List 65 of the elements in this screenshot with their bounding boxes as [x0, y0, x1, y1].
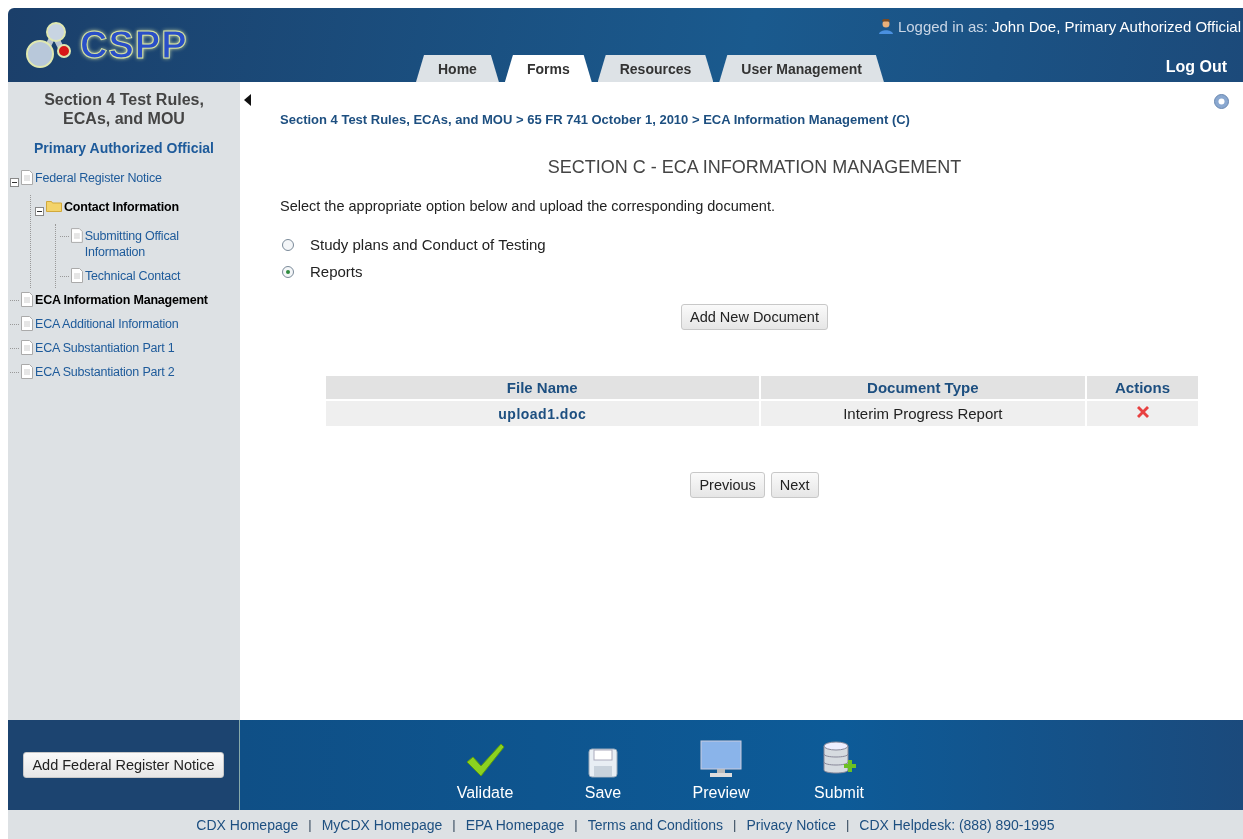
user-icon — [877, 18, 894, 35]
nav-tab[interactable]: User Management — [719, 55, 884, 82]
nav-tab[interactable]: Resources — [597, 55, 714, 82]
footer-link[interactable]: CDX Helpdesk: (888) 890-1995 — [859, 816, 1055, 833]
file-link[interactable]: upload1.doc — [498, 406, 587, 422]
page-icon — [70, 228, 83, 243]
footer-link[interactable]: Privacy Notice — [746, 816, 836, 833]
checkmark-icon — [465, 742, 505, 778]
column-header: File Name — [326, 376, 759, 399]
action-button[interactable]: Preview — [676, 720, 766, 810]
breadcrumb[interactable]: Section 4 Test Rules, ECAs, and MOU > 65 FR 741 October 1, 2010 > ECA Information Management (C) — [280, 112, 1229, 127]
footer-link[interactable]: CDX Homepage — [196, 816, 299, 833]
footer-link[interactable]: EPA Homepage — [465, 816, 565, 833]
action-button[interactable]: Save — [558, 720, 648, 810]
column-header: Document Type — [760, 376, 1086, 399]
page-icon — [21, 292, 33, 307]
add-notice-button[interactable]: Add Federal Register Notice — [23, 752, 224, 778]
instruction-text: Select the appropriate option below and upload the corresponding document. — [280, 198, 776, 214]
collapse-sidebar-icon[interactable] — [243, 94, 251, 106]
monitor-icon — [700, 740, 742, 778]
radio-button[interactable] — [282, 265, 294, 278]
tree-item[interactable]: ECA Additional Information — [35, 316, 179, 332]
tree-item[interactable]: Submitting Offical Information — [84, 228, 240, 260]
separator-text: | — [308, 817, 312, 832]
tree-item[interactable]: ECA Information Management — [35, 292, 208, 308]
logo-text: CSPP — [80, 23, 188, 67]
sidebar-title: Section 4 Test Rules, ECAs, and MOU — [43, 90, 205, 128]
section-heading: SECTION C - ECA INFORMATION MANAGEMENT — [546, 157, 963, 178]
footer-link[interactable]: Terms and Conditions — [587, 816, 724, 833]
folder-icon — [46, 199, 62, 212]
separator-text: | — [733, 817, 737, 832]
option-label: Reports — [310, 263, 363, 280]
page-icon — [21, 316, 33, 331]
action-button[interactable]: Validate — [440, 720, 530, 810]
tree-item[interactable]: ECA Substantiation Part 2 — [35, 364, 175, 380]
add-document-button[interactable]: Add New Document — [681, 304, 828, 330]
footer-link[interactable]: MyCDX Homepage — [321, 816, 443, 833]
separator-text: | — [574, 817, 578, 832]
action-button[interactable]: Submit — [794, 720, 884, 810]
save-icon — [588, 748, 618, 778]
tree-item[interactable]: Federal Register Notice — [35, 170, 162, 186]
tree-item[interactable]: Contact Information — [64, 199, 179, 215]
logout-link[interactable]: Log Out — [1165, 58, 1227, 82]
login-label: Logged in as: — [897, 18, 988, 35]
collapse-icon[interactable] — [10, 178, 19, 187]
separator-text: | — [845, 817, 850, 832]
separator-text: | — [452, 817, 456, 832]
tree-item[interactable]: Technical Contact — [85, 268, 181, 284]
help-icon[interactable] — [1214, 94, 1229, 109]
table-cell: Interim Progress Report — [760, 401, 1086, 426]
page-icon — [21, 364, 33, 379]
option-label: Study plans and Conduct of Testing — [310, 236, 546, 253]
page-icon — [71, 268, 83, 283]
nav-tab[interactable]: Forms — [504, 55, 592, 82]
nav-tab[interactable]: Home — [416, 55, 499, 82]
nav-button[interactable]: Next — [770, 472, 819, 498]
page-icon — [21, 340, 33, 355]
column-header: Actions — [1087, 376, 1198, 399]
nav-button[interactable]: Previous — [690, 472, 765, 498]
tree-item[interactable]: ECA Substantiation Part 1 — [35, 340, 175, 356]
collapse-icon[interactable] — [35, 207, 44, 216]
login-user: John Doe, Primary Authorized Official — [992, 18, 1241, 35]
sidebar-role: Primary Authorized Official — [33, 140, 215, 156]
page-icon — [21, 170, 33, 185]
radio-button[interactable] — [282, 238, 294, 251]
